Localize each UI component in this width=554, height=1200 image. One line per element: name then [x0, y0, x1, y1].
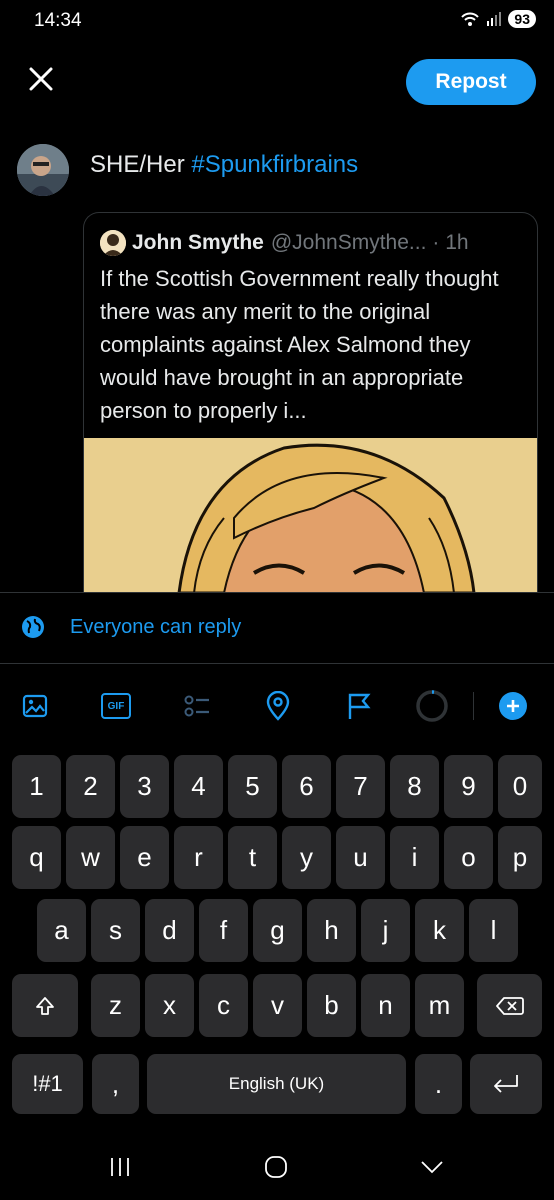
key-h[interactable]: h: [307, 899, 356, 962]
quote-header: John Smythe @JohnSmythe... · 1h: [100, 230, 469, 256]
location-icon: [266, 691, 290, 721]
key-g[interactable]: g: [253, 899, 302, 962]
back-button[interactable]: [407, 1147, 457, 1187]
key-f[interactable]: f: [199, 899, 248, 962]
quote-author-name: John Smythe: [132, 231, 264, 254]
key-2[interactable]: 2: [66, 755, 115, 818]
enter-icon: [494, 1075, 518, 1093]
compose-text[interactable]: SHE/Her #Spunkfirbrains: [90, 151, 358, 179]
key-v[interactable]: v: [253, 974, 302, 1037]
key-l[interactable]: l: [469, 899, 518, 962]
key-n[interactable]: n: [361, 974, 410, 1037]
navigation-bar: [0, 1135, 554, 1200]
key-c[interactable]: c: [199, 974, 248, 1037]
key-r[interactable]: r: [174, 826, 223, 889]
add-poll-button[interactable]: [177, 683, 217, 729]
shift-key[interactable]: [12, 974, 78, 1037]
compose-toolbar: GIF: [0, 683, 554, 729]
key-7[interactable]: 7: [336, 755, 385, 818]
quote-avatar-image: [100, 230, 126, 256]
reply-setting-button[interactable]: Everyone can reply: [20, 614, 241, 640]
enter-key[interactable]: [470, 1054, 542, 1114]
key-o[interactable]: o: [444, 826, 493, 889]
key-d[interactable]: d: [145, 899, 194, 962]
key-s[interactable]: s: [91, 899, 140, 962]
status-time: 14:34: [34, 10, 82, 31]
globe-icon: [22, 616, 44, 638]
image-icon: [22, 694, 48, 718]
space-key[interactable]: English (UK): [147, 1054, 406, 1114]
comma-key[interactable]: ,: [92, 1054, 139, 1114]
key-m[interactable]: m: [415, 974, 464, 1037]
close-button[interactable]: [24, 62, 58, 96]
key-p[interactable]: p: [498, 826, 542, 889]
add-image-button[interactable]: [15, 683, 55, 729]
gif-icon: GIF: [101, 693, 131, 719]
key-9[interactable]: 9: [444, 755, 493, 818]
divider: [0, 592, 554, 593]
backspace-icon: [495, 996, 524, 1015]
key-4[interactable]: 4: [174, 755, 223, 818]
home-button[interactable]: [251, 1147, 301, 1187]
character-counter: [412, 683, 452, 729]
key-u[interactable]: u: [336, 826, 385, 889]
key-3[interactable]: 3: [120, 755, 169, 818]
key-0[interactable]: 0: [498, 755, 542, 818]
quoted-tweet[interactable]: John Smythe @JohnSmythe... · 1h If the S…: [83, 212, 538, 593]
key-6[interactable]: 6: [282, 755, 331, 818]
quote-avatar: [100, 230, 126, 256]
shift-icon: [36, 996, 54, 1015]
key-5[interactable]: 5: [228, 755, 277, 818]
add-thread-button[interactable]: [493, 683, 533, 729]
backspace-key[interactable]: [477, 974, 542, 1037]
schedule-button[interactable]: [339, 683, 379, 729]
divider: [0, 663, 554, 664]
period-key[interactable]: .: [415, 1054, 462, 1114]
toolbar-divider: [473, 692, 474, 720]
gif-icon-label: GIF: [107, 700, 125, 712]
key-b[interactable]: b: [307, 974, 356, 1037]
flag-icon: [348, 693, 371, 719]
signal-icon: [487, 12, 502, 26]
key-i[interactable]: i: [390, 826, 439, 889]
key-t[interactable]: t: [228, 826, 277, 889]
quote-image: [84, 438, 537, 593]
compose-text-plain: SHE/Her: [90, 151, 192, 178]
home-icon: [265, 1156, 287, 1178]
chevron-down-icon: [421, 1161, 443, 1174]
keyboard: 1 2 3 4 5 6 7 8 9 0 q w e r t y u i o p …: [0, 740, 554, 1135]
quote-timestamp: · 1h: [432, 231, 469, 254]
quote-author-handle: @JohnSmythe...: [270, 231, 427, 254]
compose-hashtag[interactable]: #Spunkfirbrains: [191, 151, 358, 178]
key-j[interactable]: j: [361, 899, 410, 962]
user-avatar: [17, 144, 69, 196]
recent-apps-icon: [111, 1158, 129, 1176]
wifi-icon: [461, 12, 480, 26]
status-icons: 93: [460, 10, 536, 28]
key-x[interactable]: x: [145, 974, 194, 1037]
cartoon-portrait-image: [84, 438, 537, 593]
key-z[interactable]: z: [91, 974, 140, 1037]
symbols-key[interactable]: !#1: [12, 1054, 83, 1114]
avatar-image: [17, 144, 69, 196]
recent-apps-button[interactable]: [95, 1147, 145, 1187]
key-w[interactable]: w: [66, 826, 115, 889]
quote-body: If the Scottish Government really though…: [100, 266, 499, 423]
key-y[interactable]: y: [282, 826, 331, 889]
progress-ring-icon: [416, 690, 448, 722]
poll-icon: [184, 695, 209, 717]
key-8[interactable]: 8: [390, 755, 439, 818]
close-icon: [29, 67, 53, 91]
add-gif-button[interactable]: GIF: [96, 683, 136, 729]
reply-setting-label: Everyone can reply: [70, 615, 242, 638]
key-a[interactable]: a: [37, 899, 86, 962]
key-1[interactable]: 1: [12, 755, 61, 818]
add-location-button[interactable]: [258, 683, 298, 729]
key-k[interactable]: k: [415, 899, 464, 962]
repost-button[interactable]: Repost: [406, 59, 536, 105]
add-icon: [499, 692, 527, 720]
key-e[interactable]: e: [120, 826, 169, 889]
battery-level: 93: [508, 10, 536, 28]
key-q[interactable]: q: [12, 826, 61, 889]
